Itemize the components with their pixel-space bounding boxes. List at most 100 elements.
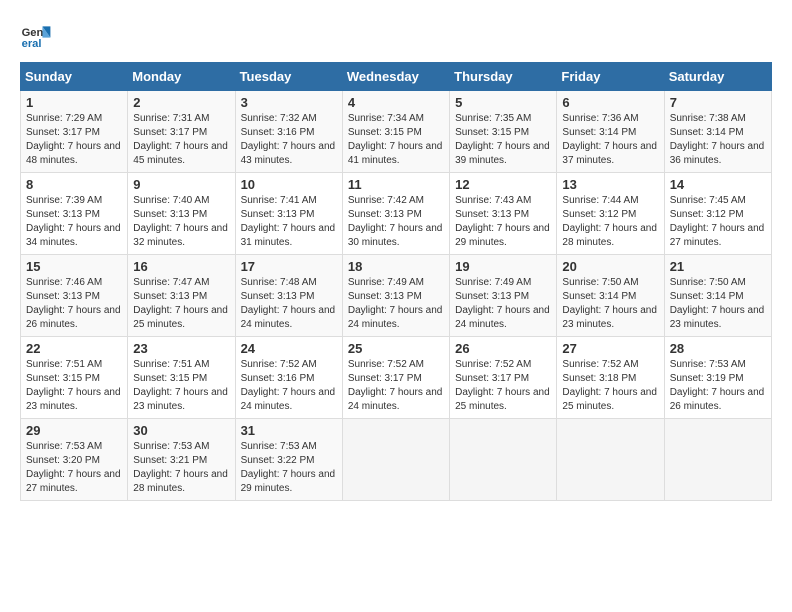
sunrise: Sunrise: 7:49 AM [455, 276, 551, 290]
daylight: Daylight: 7 hours and 25 minutes. [455, 386, 551, 414]
day-number: 13 [562, 177, 658, 192]
day-info: Sunrise: 7:44 AM Sunset: 3:12 PM Dayligh… [562, 194, 658, 250]
calendar-cell: 27 Sunrise: 7:52 AM Sunset: 3:18 PM Dayl… [557, 337, 664, 419]
day-number: 11 [348, 177, 444, 192]
calendar-cell: 15 Sunrise: 7:46 AM Sunset: 3:13 PM Dayl… [21, 255, 128, 337]
sunset: Sunset: 3:15 PM [455, 126, 551, 140]
sunset: Sunset: 3:13 PM [133, 208, 229, 222]
day-number: 28 [670, 341, 766, 356]
sunset: Sunset: 3:21 PM [133, 454, 229, 468]
sunset: Sunset: 3:18 PM [562, 372, 658, 386]
day-info: Sunrise: 7:32 AM Sunset: 3:16 PM Dayligh… [241, 112, 337, 168]
day-number: 25 [348, 341, 444, 356]
calendar-cell: 24 Sunrise: 7:52 AM Sunset: 3:16 PM Dayl… [235, 337, 342, 419]
sunrise: Sunrise: 7:47 AM [133, 276, 229, 290]
calendar-cell: 6 Sunrise: 7:36 AM Sunset: 3:14 PM Dayli… [557, 91, 664, 173]
sunset: Sunset: 3:12 PM [670, 208, 766, 222]
day-number: 17 [241, 259, 337, 274]
sunrise: Sunrise: 7:36 AM [562, 112, 658, 126]
day-info: Sunrise: 7:45 AM Sunset: 3:12 PM Dayligh… [670, 194, 766, 250]
day-number: 3 [241, 95, 337, 110]
sunset: Sunset: 3:14 PM [562, 290, 658, 304]
sunrise: Sunrise: 7:48 AM [241, 276, 337, 290]
day-info: Sunrise: 7:43 AM Sunset: 3:13 PM Dayligh… [455, 194, 551, 250]
sunset: Sunset: 3:13 PM [133, 290, 229, 304]
day-number: 18 [348, 259, 444, 274]
day-info: Sunrise: 7:49 AM Sunset: 3:13 PM Dayligh… [348, 276, 444, 332]
day-number: 10 [241, 177, 337, 192]
day-number: 9 [133, 177, 229, 192]
calendar-table: SundayMondayTuesdayWednesdayThursdayFrid… [20, 62, 772, 501]
daylight: Daylight: 7 hours and 24 minutes. [241, 304, 337, 332]
day-number: 1 [26, 95, 122, 110]
day-number: 22 [26, 341, 122, 356]
daylight: Daylight: 7 hours and 28 minutes. [133, 468, 229, 496]
calendar-cell: 17 Sunrise: 7:48 AM Sunset: 3:13 PM Dayl… [235, 255, 342, 337]
day-info: Sunrise: 7:38 AM Sunset: 3:14 PM Dayligh… [670, 112, 766, 168]
day-number: 27 [562, 341, 658, 356]
daylight: Daylight: 7 hours and 25 minutes. [562, 386, 658, 414]
daylight: Daylight: 7 hours and 23 minutes. [133, 386, 229, 414]
logo: Gen eral [20, 20, 56, 52]
week-row-1: 1 Sunrise: 7:29 AM Sunset: 3:17 PM Dayli… [21, 91, 772, 173]
calendar-cell: 31 Sunrise: 7:53 AM Sunset: 3:22 PM Dayl… [235, 419, 342, 501]
day-number: 2 [133, 95, 229, 110]
sunset: Sunset: 3:16 PM [241, 126, 337, 140]
sunrise: Sunrise: 7:50 AM [562, 276, 658, 290]
sunrise: Sunrise: 7:53 AM [26, 440, 122, 454]
calendar-header: SundayMondayTuesdayWednesdayThursdayFrid… [21, 63, 772, 91]
daylight: Daylight: 7 hours and 24 minutes. [348, 304, 444, 332]
day-info: Sunrise: 7:53 AM Sunset: 3:21 PM Dayligh… [133, 440, 229, 496]
day-number: 21 [670, 259, 766, 274]
day-info: Sunrise: 7:48 AM Sunset: 3:13 PM Dayligh… [241, 276, 337, 332]
day-info: Sunrise: 7:31 AM Sunset: 3:17 PM Dayligh… [133, 112, 229, 168]
calendar-cell: 12 Sunrise: 7:43 AM Sunset: 3:13 PM Dayl… [450, 173, 557, 255]
sunset: Sunset: 3:16 PM [241, 372, 337, 386]
daylight: Daylight: 7 hours and 23 minutes. [26, 386, 122, 414]
day-info: Sunrise: 7:36 AM Sunset: 3:14 PM Dayligh… [562, 112, 658, 168]
day-info: Sunrise: 7:53 AM Sunset: 3:22 PM Dayligh… [241, 440, 337, 496]
sunset: Sunset: 3:17 PM [133, 126, 229, 140]
daylight: Daylight: 7 hours and 24 minutes. [455, 304, 551, 332]
calendar-cell: 1 Sunrise: 7:29 AM Sunset: 3:17 PM Dayli… [21, 91, 128, 173]
calendar-cell: 9 Sunrise: 7:40 AM Sunset: 3:13 PM Dayli… [128, 173, 235, 255]
calendar-cell: 25 Sunrise: 7:52 AM Sunset: 3:17 PM Dayl… [342, 337, 449, 419]
calendar-cell: 28 Sunrise: 7:53 AM Sunset: 3:19 PM Dayl… [664, 337, 771, 419]
day-info: Sunrise: 7:40 AM Sunset: 3:13 PM Dayligh… [133, 194, 229, 250]
sunrise: Sunrise: 7:32 AM [241, 112, 337, 126]
sunrise: Sunrise: 7:46 AM [26, 276, 122, 290]
svg-text:Gen: Gen [22, 27, 44, 39]
sunset: Sunset: 3:14 PM [670, 290, 766, 304]
sunrise: Sunrise: 7:43 AM [455, 194, 551, 208]
sunrise: Sunrise: 7:53 AM [133, 440, 229, 454]
sunrise: Sunrise: 7:29 AM [26, 112, 122, 126]
week-row-5: 29 Sunrise: 7:53 AM Sunset: 3:20 PM Dayl… [21, 419, 772, 501]
daylight: Daylight: 7 hours and 26 minutes. [670, 386, 766, 414]
sunset: Sunset: 3:22 PM [241, 454, 337, 468]
calendar-cell: 20 Sunrise: 7:50 AM Sunset: 3:14 PM Dayl… [557, 255, 664, 337]
sunset: Sunset: 3:13 PM [26, 208, 122, 222]
day-number: 30 [133, 423, 229, 438]
calendar-cell: 5 Sunrise: 7:35 AM Sunset: 3:15 PM Dayli… [450, 91, 557, 173]
header-saturday: Saturday [664, 63, 771, 91]
sunrise: Sunrise: 7:49 AM [348, 276, 444, 290]
calendar-cell: 7 Sunrise: 7:38 AM Sunset: 3:14 PM Dayli… [664, 91, 771, 173]
calendar-cell [342, 419, 449, 501]
daylight: Daylight: 7 hours and 36 minutes. [670, 140, 766, 168]
sunrise: Sunrise: 7:34 AM [348, 112, 444, 126]
daylight: Daylight: 7 hours and 29 minutes. [241, 468, 337, 496]
header-monday: Monday [128, 63, 235, 91]
day-info: Sunrise: 7:53 AM Sunset: 3:19 PM Dayligh… [670, 358, 766, 414]
daylight: Daylight: 7 hours and 39 minutes. [455, 140, 551, 168]
page-header: Gen eral [20, 20, 772, 52]
header-sunday: Sunday [21, 63, 128, 91]
daylight: Daylight: 7 hours and 30 minutes. [348, 222, 444, 250]
sunset: Sunset: 3:13 PM [26, 290, 122, 304]
day-info: Sunrise: 7:35 AM Sunset: 3:15 PM Dayligh… [455, 112, 551, 168]
svg-text:eral: eral [22, 38, 42, 50]
day-number: 20 [562, 259, 658, 274]
sunrise: Sunrise: 7:41 AM [241, 194, 337, 208]
sunrise: Sunrise: 7:44 AM [562, 194, 658, 208]
daylight: Daylight: 7 hours and 25 minutes. [133, 304, 229, 332]
day-info: Sunrise: 7:52 AM Sunset: 3:16 PM Dayligh… [241, 358, 337, 414]
